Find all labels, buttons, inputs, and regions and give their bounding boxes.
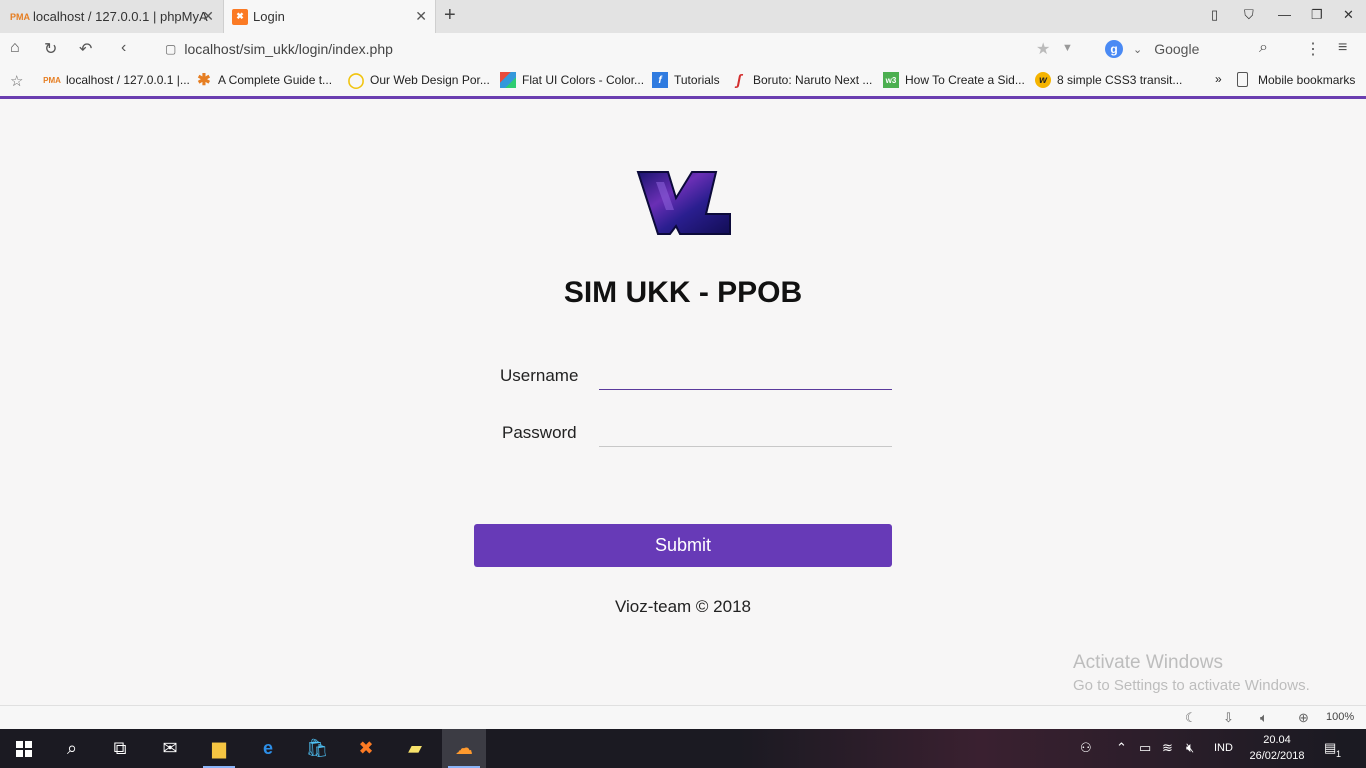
username-input[interactable] — [599, 362, 892, 390]
zoom-icon[interactable]: ⊕ — [1298, 710, 1309, 726]
browser-status-bar: ☾ ⇩ 🔈︎ ⊕ 100% — [0, 705, 1366, 729]
address-bar[interactable]: ▢ localhost/sim_ukk/login/index.php — [165, 38, 1085, 60]
edge-icon[interactable]: e — [246, 729, 290, 768]
more-icon[interactable]: ⋮ — [1305, 39, 1321, 59]
phpmyadmin-icon: PMA — [43, 75, 61, 85]
search-icon[interactable]: ⌕ — [50, 729, 94, 768]
tab-login[interactable]: ✖ Login ✕ — [223, 0, 436, 33]
page-top-accent — [0, 96, 1366, 99]
circle-icon: ◯ — [347, 72, 365, 89]
restore-button[interactable]: ❐ — [1311, 7, 1323, 23]
download-icon[interactable]: ⇩ — [1223, 710, 1234, 726]
w3-icon: w3 — [883, 72, 899, 88]
system-clock[interactable]: 20.04 26/02/2018 — [1245, 732, 1309, 764]
bookmark-star-icon[interactable]: ★ — [1036, 39, 1050, 59]
bookmark-item[interactable]: w3 How To Create a Sid... — [883, 72, 1025, 88]
bookmark-item[interactable]: PMA localhost / 127.0.0.1 |... — [43, 72, 190, 88]
skin-icon[interactable]: ⛉ — [1244, 7, 1254, 23]
clock-date: 26/02/2018 — [1249, 750, 1305, 762]
bookmarks-overflow-button[interactable]: » — [1215, 72, 1222, 86]
home-icon[interactable]: ⌂ — [10, 39, 20, 57]
f-icon: f — [652, 72, 668, 88]
bookmark-item[interactable]: ʃ Boruto: Naruto Next ... — [731, 71, 873, 89]
tab-title: Login — [253, 9, 285, 24]
xampp-icon: ✖ — [232, 8, 248, 25]
windows-icon — [16, 740, 32, 757]
password-input[interactable] — [599, 419, 892, 447]
mail-icon[interactable]: ✉ — [148, 729, 192, 768]
undo-icon[interactable]: ↶ — [79, 39, 92, 59]
windows-taskbar: ⌕ ⧉ ✉ ▆ e 🛍︎ ✖ ▰ ☁ ⚇ ⌃ ▭ ≋ 🔇︎ IND 20.04 … — [0, 729, 1366, 768]
activate-windows-title: Activate Windows — [1073, 652, 1223, 673]
page-title: SIM UKK - PPOB — [563, 276, 803, 309]
battery-icon[interactable]: ▭ — [1139, 740, 1151, 756]
people-icon[interactable]: ⚇ — [1080, 740, 1092, 756]
clock-time: 20.04 — [1263, 734, 1291, 746]
activate-windows-subtitle: Go to Settings to activate Windows. — [1073, 677, 1310, 694]
store-icon[interactable]: 🛍︎ — [295, 729, 339, 768]
search-box[interactable]: g ⌄ Google — [1105, 38, 1199, 60]
close-icon[interactable]: ✕ — [202, 8, 214, 25]
close-icon[interactable]: ✕ — [415, 8, 427, 25]
night-mode-icon[interactable]: ☾ — [1185, 710, 1197, 726]
file-explorer-icon[interactable]: ▆ — [197, 729, 241, 768]
browser-tab-strip: PMA localhost / 127.0.0.1 | phpMyA ✕ ✖ L… — [0, 0, 1366, 33]
volume-icon[interactable]: 🔈︎ — [1260, 710, 1268, 726]
tab-title: localhost / 127.0.0.1 | phpMyA — [33, 9, 208, 24]
tab-tiling-icon[interactable]: ▯ — [1211, 7, 1218, 23]
mobile-bookmarks[interactable]: Mobile bookmarks — [1237, 72, 1355, 87]
browser-toolbar: ⌂ ↻ ↶ ‹ ▢ localhost/sim_ukk/login/index.… — [0, 33, 1366, 66]
tray-expand-icon[interactable]: ⌃ — [1116, 740, 1127, 756]
search-engine-label: Google — [1154, 41, 1200, 57]
password-label: Password — [502, 423, 577, 442]
sticky-notes-icon[interactable]: ▰ — [393, 729, 437, 768]
minimize-button[interactable]: — — [1278, 7, 1291, 22]
back-icon[interactable]: ‹ — [121, 39, 126, 57]
username-label: Username — [500, 366, 579, 385]
tab-phpmyadmin[interactable]: PMA localhost / 127.0.0.1 | phpMyA ✕ — [0, 0, 222, 33]
search-icon[interactable]: ⌕ — [1259, 39, 1268, 57]
notification-count: 1 — [1336, 749, 1342, 759]
language-indicator[interactable]: IND — [1214, 742, 1233, 754]
w-icon: w — [1035, 72, 1051, 88]
s-icon: ʃ — [736, 71, 742, 89]
footer-copyright: Vioz-team © 2018 — [614, 597, 751, 616]
vioz-logo — [636, 171, 731, 235]
task-view-icon[interactable]: ⧉ — [98, 729, 142, 768]
action-center-icon[interactable]: ▤ — [1324, 740, 1336, 756]
zoom-level[interactable]: 100% — [1326, 711, 1354, 723]
bookmark-item[interactable]: ◯ Our Web Design Por... — [347, 72, 490, 89]
bookmark-item[interactable]: ✱ A Complete Guide t... — [196, 72, 332, 89]
star-outline-icon[interactable]: ☆ — [10, 72, 23, 90]
menu-icon[interactable]: ≡ — [1338, 39, 1347, 57]
google-icon: g — [1105, 40, 1123, 58]
bookmarks-bar: ☆ PMA localhost / 127.0.0.1 |... ✱ A Com… — [0, 66, 1366, 96]
xampp-icon[interactable]: ✖ — [344, 729, 388, 768]
palette-icon — [500, 72, 516, 88]
close-window-button[interactable]: ✕ — [1343, 7, 1354, 23]
new-tab-button[interactable]: + — [444, 4, 456, 27]
wifi-icon[interactable]: ≋ — [1162, 740, 1173, 756]
speaker-muted-icon[interactable]: 🔇︎ — [1186, 740, 1194, 756]
phone-icon — [1237, 72, 1248, 87]
chevron-down-icon[interactable]: ⌄ — [1133, 43, 1142, 56]
page-icon: ▢ — [165, 42, 177, 56]
asterisk-icon: ✱ — [197, 72, 211, 89]
phpmyadmin-icon: PMA — [10, 11, 30, 22]
dropdown-icon[interactable]: ▼ — [1062, 42, 1073, 54]
start-button[interactable] — [2, 729, 46, 768]
reload-icon[interactable]: ↻ — [44, 39, 57, 59]
bookmark-item[interactable]: f Tutorials — [652, 72, 720, 88]
bookmark-item[interactable]: w 8 simple CSS3 transit... — [1035, 72, 1182, 88]
uc-browser-icon[interactable]: ☁ — [442, 729, 486, 768]
address-text[interactable]: localhost/sim_ukk/login/index.php — [184, 41, 393, 57]
submit-button[interactable]: Submit — [474, 524, 892, 567]
bookmark-item[interactable]: Flat UI Colors - Color... — [500, 72, 644, 88]
